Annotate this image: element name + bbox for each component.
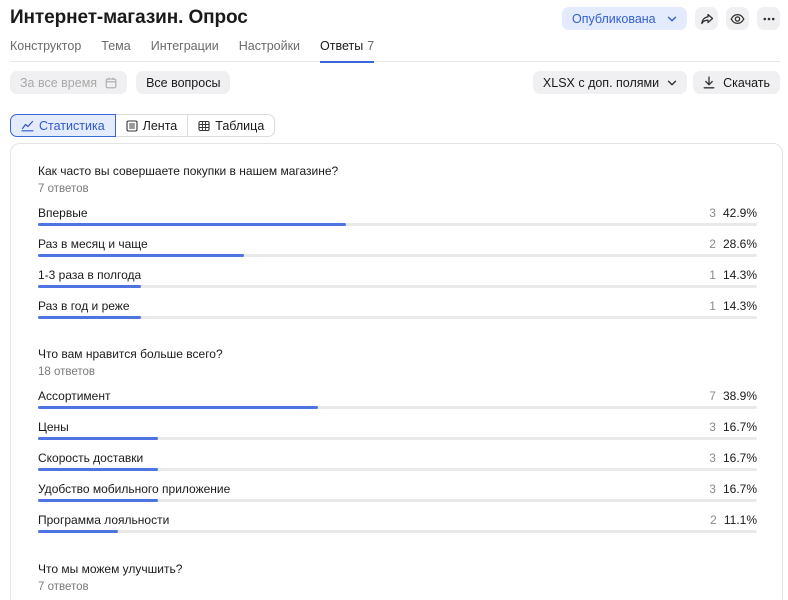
question-title: Как часто вы совершаете покупки в нашем … (38, 164, 339, 178)
answer-count: 2 (709, 237, 716, 251)
tab-integrations[interactable]: Интеграции (151, 38, 219, 62)
more-icon (762, 12, 776, 26)
question-block: Что вам нравится больше всего? 18 ответо… (38, 347, 757, 533)
answer-option: Раз в месяц и чаще 2 28.6% (38, 237, 757, 257)
answer-count: 3 (709, 482, 716, 496)
answer-count: 3 (709, 420, 716, 434)
download-icon (703, 76, 715, 89)
answer-bar (38, 530, 118, 533)
filters-left: За все время Все вопросы (10, 71, 231, 94)
answer-bar (38, 223, 347, 226)
calendar-icon (105, 77, 117, 89)
view-feed[interactable]: Лента (116, 115, 189, 136)
answer-bar-track (38, 468, 757, 471)
period-filter[interactable]: За все время (10, 71, 128, 94)
answer-label: Впервые (38, 206, 88, 220)
answer-percent: 14.3% (722, 268, 757, 282)
answer-label: Цены (38, 420, 69, 434)
publish-status-dropdown[interactable]: Опубликована (562, 7, 687, 30)
answer-bar-track (38, 406, 757, 409)
tab-theme[interactable]: Тема (101, 38, 130, 62)
section-tabs: Конструктор Тема Интеграции Настройки От… (10, 38, 780, 63)
answer-bar-track (38, 316, 757, 319)
answer-label: 1-3 раза в полгода (38, 268, 142, 282)
more-button[interactable] (757, 7, 780, 30)
view-table[interactable]: Таблица (188, 115, 274, 136)
question-response-count: 7 ответов (38, 183, 89, 195)
answer-option: Скорость доставки 3 16.7% (38, 451, 757, 471)
answer-count: 2 (710, 513, 717, 527)
answer-option: Раз в год и реже 1 14.3% (38, 299, 757, 319)
answer-percent: 14.3% (722, 299, 757, 313)
preview-button[interactable] (726, 7, 749, 30)
question-title: Что вам нравится больше всего? (38, 347, 223, 361)
answer-count: 1 (709, 268, 716, 282)
view-switcher: Статистика Лента Таблица (10, 114, 276, 137)
answer-bar-track (38, 254, 757, 257)
chevron-down-icon (667, 78, 677, 88)
answer-percent: 38.9% (722, 389, 757, 403)
answer-option: Ассортимент 7 38.9% (38, 389, 757, 409)
answer-bar-track (38, 499, 757, 502)
chevron-down-icon (667, 14, 677, 24)
download-button[interactable]: Скачать (693, 71, 780, 94)
stats-icon (21, 120, 34, 132)
answers-count-badge: 7 (367, 39, 375, 53)
filters-right: XLSX с доп. полями Скачать (532, 71, 780, 94)
answer-bar (38, 437, 159, 440)
top-actions: Опубликована (562, 7, 780, 30)
answer-label: Раз в месяц и чаще (38, 237, 148, 251)
answer-percent: 16.7% (722, 420, 757, 434)
answer-label: Скорость доставки (38, 451, 144, 465)
answer-percent: 16.7% (722, 482, 757, 496)
answer-option: Программа лояльности 2 11.1% (38, 513, 757, 533)
answer-bar-track (38, 530, 757, 533)
table-icon (198, 120, 210, 132)
tab-constructor[interactable]: Конструктор (10, 38, 81, 62)
questions-filter[interactable]: Все вопросы (136, 71, 231, 94)
tab-settings[interactable]: Настройки (239, 38, 300, 62)
answer-percent: 28.6% (722, 237, 757, 251)
question-response-count: 7 ответов (38, 581, 89, 593)
answer-bar (38, 406, 318, 409)
answer-percent: 16.7% (722, 451, 757, 465)
publish-status-label: Опубликована (572, 11, 656, 26)
share-icon (700, 12, 714, 26)
answer-count: 1 (709, 299, 716, 313)
question-block: Как часто вы совершаете покупки в нашем … (38, 164, 757, 319)
answer-label: Удобство мобильного приложение (38, 482, 231, 496)
answer-bar (38, 254, 244, 257)
answer-option: Удобство мобильного приложение 3 16.7% (38, 482, 757, 502)
feed-icon (126, 119, 138, 132)
answer-bar (38, 499, 159, 502)
question-response-count: 18 ответов (38, 366, 96, 378)
view-statistics[interactable]: Статистика (10, 114, 116, 137)
answer-label: Ассортимент (38, 389, 111, 403)
answer-label: Программа лояльности (38, 513, 170, 527)
answer-percent: 42.9% (722, 206, 757, 220)
answer-bar-track (38, 223, 757, 226)
answer-option: 1-3 раза в полгода 1 14.3% (38, 268, 757, 288)
answer-count: 3 (709, 451, 716, 465)
answer-count: 7 (709, 389, 716, 403)
results-card: Как часто вы совершаете покупки в нашем … (10, 143, 783, 600)
question-block: Что мы можем улучшить? 7 ответов (38, 562, 757, 593)
share-button[interactable] (695, 7, 718, 30)
answer-count: 3 (709, 206, 716, 220)
tab-answers[interactable]: Ответы 7 (320, 38, 375, 63)
answer-label: Раз в год и реже (38, 299, 130, 313)
answer-bar (38, 316, 141, 319)
answer-bar (38, 285, 141, 288)
eye-icon (730, 12, 745, 26)
answer-option: Впервые 3 42.9% (38, 206, 757, 226)
answer-percent: 11.1% (723, 513, 757, 527)
answer-bar (38, 468, 159, 471)
page-title: Интернет-магазин. Опрос (10, 7, 248, 28)
answer-bar-track (38, 285, 757, 288)
answer-option: Цены 3 16.7% (38, 420, 757, 440)
export-format-dropdown[interactable]: XLSX с доп. полями (532, 71, 688, 94)
question-title: Что мы можем улучшить? (38, 562, 183, 576)
answer-bar-track (38, 437, 757, 440)
